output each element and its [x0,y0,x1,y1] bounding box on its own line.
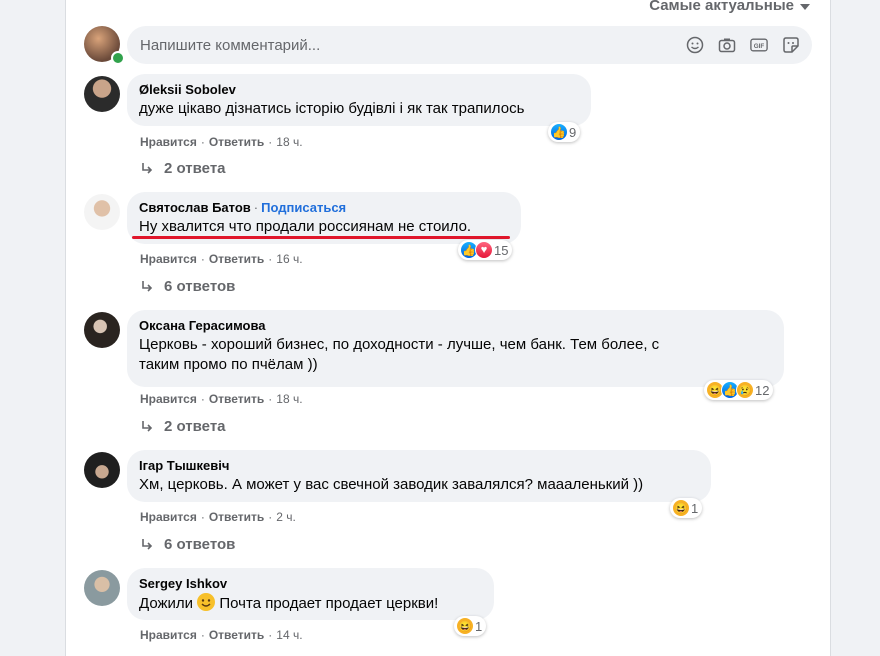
comment-timestamp[interactable]: 2 ч. [276,510,296,524]
comment-actions: Нравится · Ответить · 2 ч. [140,510,296,524]
comment-author[interactable]: Святослав Батов [139,200,251,215]
comment-text: Ну хвалится что продали россиянам не сто… [139,218,472,235]
reply-button[interactable]: Ответить [209,252,264,266]
comment-text-line: Церковь - хороший бизнес, по доходности … [139,336,660,353]
view-replies-link[interactable]: 6 ответов [140,536,235,553]
smile-emoji-icon [197,593,216,611]
gif-icon[interactable]: GIF [750,36,768,54]
reply-button[interactable]: Ответить [209,628,264,642]
view-replies-link[interactable]: 6 ответов [140,278,235,295]
like-reaction-icon: 👍 [550,123,568,141]
reaction-summary[interactable]: 👍 ♥ 15 [458,240,513,260]
follow-link[interactable]: Подписаться [261,200,346,215]
reaction-count: 15 [494,242,509,258]
reaction-count: 1 [691,500,699,516]
reaction-count: 12 [755,382,770,398]
comment-timestamp[interactable]: 18 ч. [276,135,302,149]
caret-down-icon [800,4,810,10]
comment-actions: Нравится · Ответить · 18 ч. [140,135,303,149]
reaction-summary[interactable]: 👍 9 [548,122,581,142]
emoji-icon[interactable] [686,36,704,54]
like-button[interactable]: Нравится [140,392,197,406]
comment-author[interactable]: Øleksii Sobolev [139,82,579,98]
reply-arrow-icon [142,538,153,550]
red-underline-annotation [132,236,510,239]
comment-text-line: таким промо по пчёлам )) [139,356,318,373]
sticker-icon[interactable] [782,36,800,54]
avatar[interactable] [84,312,120,348]
reply-arrow-icon [142,420,153,432]
like-button[interactable]: Нравится [140,510,197,524]
replies-count: 2 ответа [164,160,226,177]
comments-panel: Самые актуальные Напишите комментарий...… [65,0,831,656]
love-reaction-icon: ♥ [475,241,493,259]
comment-text-part: Почта продает продает церкви! [219,595,439,612]
avatar[interactable] [84,76,120,112]
replies-count: 2 ответа [164,418,226,435]
svg-text:GIF: GIF [754,43,765,50]
avatar[interactable] [84,570,120,606]
reply-button[interactable]: Ответить [209,510,264,524]
haha-reaction-icon: 😆 [672,499,690,517]
comment-author[interactable]: Оксана Герасимова [139,318,772,334]
comment-text-part: Дожили [139,595,194,612]
camera-icon[interactable] [718,36,736,54]
sort-dropdown[interactable]: Самые актуальные [649,0,810,14]
reaction-count: 9 [569,124,577,140]
comment-timestamp[interactable]: 18 ч. [276,392,302,406]
comment-text: Хм, церковь. А может у вас свечной завод… [139,476,644,493]
comment-actions: Нравится · Ответить · 16 ч. [140,252,303,266]
comment-bubble: Оксана Герасимова Церковь - хороший бизн… [127,310,784,387]
comment-input[interactable]: Напишите комментарий... GIF [127,26,812,64]
comment-bubble: Sergey Ishkov Дожили Почта продает прода… [127,568,494,620]
comment-text: Церковь - хороший бизнес, по доходности … [139,335,772,375]
view-replies-link[interactable]: 2 ответа [140,418,226,435]
comment-timestamp[interactable]: 16 ч. [276,252,302,266]
comment-author[interactable]: Sergey Ishkov [139,576,482,592]
reply-button[interactable]: Ответить [209,135,264,149]
like-button[interactable]: Нравится [140,628,197,642]
comment-bubble: Øleksii Sobolev дуже цікаво дізнатись іс… [127,74,591,126]
comment-text: Дожили Почта продает продает церкви! [139,593,482,614]
like-button[interactable]: Нравится [140,252,197,266]
comment-text: дуже цікаво дізнатись історію будівлі і … [139,100,525,117]
like-button[interactable]: Нравится [140,135,197,149]
reaction-summary[interactable]: 😆 👍 😢 12 [704,380,774,400]
reply-arrow-icon [142,280,153,292]
comment-input-placeholder: Напишите комментарий... [140,36,321,54]
reaction-summary[interactable]: 😆 1 [454,616,487,636]
avatar[interactable] [84,194,120,230]
reaction-summary[interactable]: 😆 1 [670,498,703,518]
reply-arrow-icon [142,162,153,174]
replies-count: 6 ответов [164,278,236,295]
comment-actions: Нравится · Ответить · 14 ч. [140,628,303,642]
sort-label: Самые актуальные [649,0,794,14]
sad-reaction-icon: 😢 [736,381,754,399]
view-replies-link[interactable]: 2 ответа [140,160,226,177]
comment-author[interactable]: Ігар Тышкевіч [139,458,699,474]
comment-actions: Нравится · Ответить · 18 ч. [140,392,303,406]
reply-button[interactable]: Ответить [209,392,264,406]
comment-timestamp[interactable]: 14 ч. [276,628,302,642]
replies-count: 6 ответов [164,536,236,553]
avatar[interactable] [84,452,120,488]
reaction-count: 1 [475,618,483,634]
comment-bubble: Ігар Тышкевіч Хм, церковь. А может у вас… [127,450,711,502]
online-status-indicator [111,51,125,65]
haha-reaction-icon: 😆 [456,617,474,635]
